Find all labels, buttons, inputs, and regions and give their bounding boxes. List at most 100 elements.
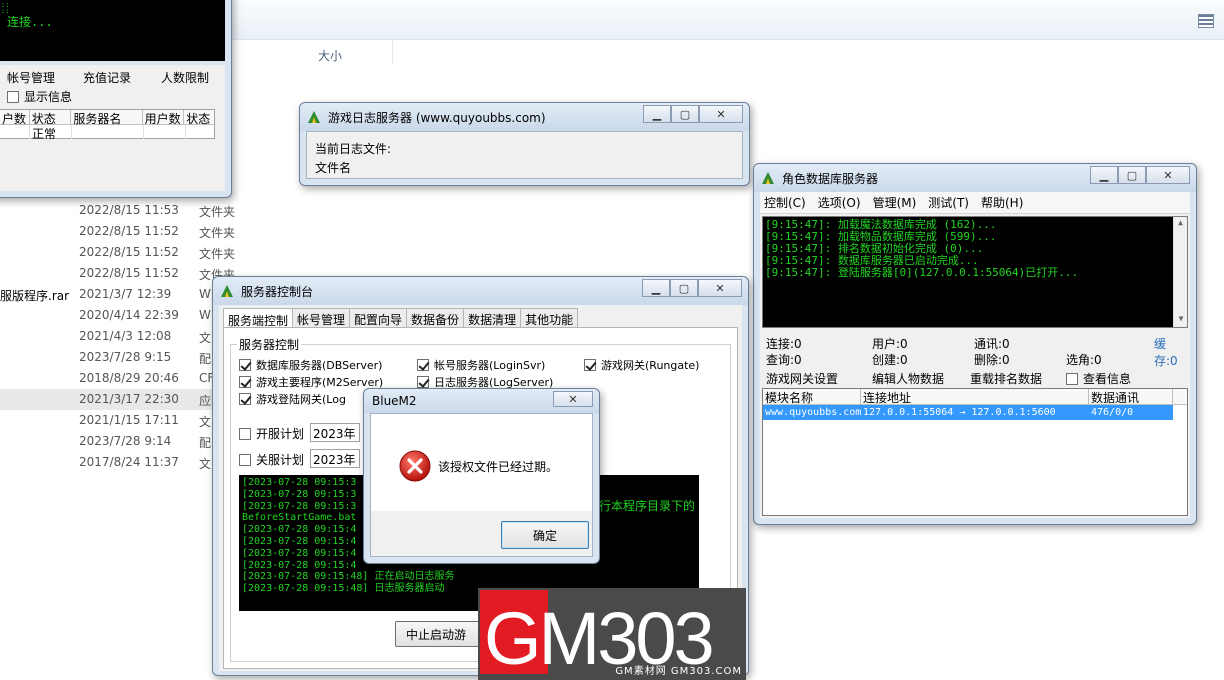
maximize-button[interactable]: ▢ (670, 279, 698, 297)
file-row[interactable]: 2021/3/17 22:30 应 (0, 389, 240, 410)
view-info-checkbox[interactable]: 查看信息 (1066, 370, 1131, 387)
maximize-button[interactable]: ▢ (671, 105, 699, 123)
db-window-client: 控制(C) 选项(O) 管理(M) 测试(T) 帮助(H) [9:15:47]:… (760, 192, 1190, 518)
menu-help[interactable]: 帮助(H) (981, 194, 1023, 211)
close-year-field[interactable]: 2023年 (310, 449, 360, 468)
file-row[interactable]: 2022/8/15 11:52 文件夹 (0, 242, 235, 263)
file-date: 2022/8/15 11:53 (79, 203, 179, 217)
view-options-icon[interactable] (1198, 14, 1214, 28)
console-window-titlebar[interactable]: 服务器控制台 ▁ ▢ ✕ (213, 277, 748, 305)
col-header-module[interactable]: 模块名称 (763, 389, 861, 405)
file-date: 2022/8/15 11:52 (79, 266, 179, 280)
db-server-window: 角色数据库服务器 ▁ ▢ ✕ 控制(C) 选项(O) 管理(M) 测试(T) 帮… (753, 163, 1197, 525)
minimize-button[interactable]: ▁ (643, 105, 671, 123)
menu-recharge-records[interactable]: 充值记录 (83, 69, 131, 86)
gate-settings-button[interactable]: 游戏网关设置 (766, 370, 838, 387)
open-schedule-label: 开服计划 (256, 427, 305, 441)
reload-rank-button[interactable]: 重载排名数据 (970, 370, 1042, 387)
col-header-address[interactable]: 连接地址 (861, 389, 1089, 405)
edit-character-button[interactable]: 编辑人物数据 (872, 370, 944, 387)
app-icon (308, 111, 320, 123)
dbserver-checkbox[interactable]: 数据库服务器(DBServer) (239, 357, 382, 373)
scroll-up-icon[interactable]: ▲ (1174, 217, 1187, 231)
app-icon (221, 285, 233, 297)
file-row[interactable]: 2023/7/28 9:14 配 (0, 431, 230, 452)
menu-manage[interactable]: 管理(M) (873, 194, 917, 211)
app-icon (762, 172, 774, 184)
file-row[interactable]: 2020/4/14 22:39 W (0, 305, 230, 326)
file-row[interactable]: 2021/1/15 17:11 文 (0, 410, 230, 431)
file-row[interactable]: 2018/8/29 20:46 CF (0, 368, 230, 389)
open-schedule-checkbox[interactable]: 开服计划 (239, 425, 304, 442)
file-type: 应 (199, 394, 212, 408)
column-divider (392, 40, 393, 64)
file-type: 文件夹 (199, 205, 236, 219)
m2server-checkbox[interactable]: 游戏主要程序(M2Server) (239, 374, 383, 390)
console-window-title: 服务器控制台 (241, 284, 314, 299)
file-row[interactable]: 服版程序.rar 2021/3/7 12:39 W (0, 284, 230, 305)
scroll-down-icon[interactable]: ▼ (1174, 313, 1188, 327)
close-button[interactable]: ✕ (699, 105, 743, 123)
db-window-titlebar[interactable]: 角色数据库服务器 ▁ ▢ ✕ (754, 164, 1196, 192)
col-header-server-name[interactable]: 服务器名 (71, 110, 143, 126)
table-cell (72, 125, 144, 139)
file-date: 2020/4/14 22:39 (79, 308, 179, 322)
stat-create: 创建:0 (872, 353, 908, 367)
file-row[interactable]: 2022/8/15 11:52 文件夹 (0, 263, 235, 284)
minimize-button[interactable]: ▁ (642, 279, 670, 297)
close-icon: ✕ (715, 281, 725, 295)
dialog-footer: 确定 (370, 511, 593, 557)
table-row[interactable]: 正常 (0, 125, 214, 141)
close-schedule-checkbox[interactable]: 关服计划 (239, 451, 304, 468)
table-row[interactable]: www.quyoubbs.com 127.0.0.1:55064 → 127.0… (763, 405, 1173, 420)
col-header-users[interactable]: 户数 (0, 110, 30, 126)
vertical-scrollbar[interactable]: ▲ ▼ (1173, 217, 1187, 327)
file-date: 2018/8/29 20:46 (79, 371, 179, 385)
col-header-status-2[interactable]: 状态 (184, 110, 214, 126)
log-window-title: 游戏日志服务器 (www.quyoubbs.com) (328, 110, 546, 125)
db-actions: 游戏网关设置 编辑人物数据 重载排名数据 查看信息 (766, 370, 1186, 390)
current-log-label: 当前日志文件: (315, 142, 392, 156)
col-header-data[interactable]: 数据通讯 (1089, 389, 1173, 405)
maximize-icon: ▢ (678, 281, 690, 295)
log-window-titlebar[interactable]: 游戏日志服务器 (www.quyoubbs.com) ▁ ▢ ✕ (300, 103, 749, 131)
stat-users: 用户:0 (872, 337, 908, 351)
file-row[interactable]: 2017/8/24 11:37 文 (0, 452, 230, 473)
rungate-checkbox[interactable]: 游戏网关(Rungate) (584, 357, 699, 373)
show-info-checkbox[interactable]: 显示信息 (7, 88, 72, 105)
close-button[interactable]: ✕ (698, 279, 742, 297)
column-header-size[interactable]: 大小 (318, 47, 342, 64)
ok-button[interactable]: 确定 (501, 521, 589, 549)
menu-account-manage[interactable]: 帐号管理 (7, 69, 55, 86)
menu-control[interactable]: 控制(C) (764, 194, 806, 211)
file-date: 2021/4/3 12:08 (79, 329, 172, 343)
login-gate-checkbox[interactable]: 游戏登陆网关(Log (239, 391, 346, 407)
menu-options[interactable]: 选项(O) (818, 194, 861, 211)
col-header-user-count[interactable]: 用户数 (143, 110, 185, 126)
file-date: 2021/3/7 12:39 (79, 287, 172, 301)
table-cell: 正常 (30, 125, 72, 141)
menu-player-limit[interactable]: 人数限制 (161, 69, 209, 86)
file-date: 2017/8/24 11:37 (79, 455, 179, 469)
file-type: W (199, 287, 211, 301)
col-header-status[interactable]: 状态 (30, 110, 72, 126)
view-info-label: 查看信息 (1083, 372, 1132, 386)
file-date: 2023/7/28 9:15 (79, 350, 172, 364)
maximize-icon: ▢ (1126, 168, 1138, 182)
maximize-button[interactable]: ▢ (1118, 166, 1146, 184)
close-button[interactable]: ✕ (1146, 166, 1190, 184)
dialog-titlebar[interactable]: BlueM2 ✕ (364, 389, 599, 413)
table-cell: 127.0.0.1:55064 → 127.0.0.1:5600 (863, 407, 1056, 418)
file-row[interactable]: 2022/8/15 11:53 文件夹 (0, 200, 235, 221)
login-gate-label: 游戏登陆网关(Log (256, 393, 346, 406)
close-button[interactable]: ✕ (553, 391, 593, 407)
file-row[interactable]: 2023/7/28 9:15 配 (0, 347, 230, 368)
open-year-field[interactable]: 2023年 (310, 423, 360, 442)
menu-test[interactable]: 测试(T) (928, 194, 969, 211)
file-row[interactable]: 2022/8/15 11:52 文件夹 (0, 221, 235, 242)
minimize-button[interactable]: ▁ (1090, 166, 1118, 184)
loginsrv-checkbox[interactable]: 帐号服务器(LoginSvr) (417, 357, 545, 373)
file-row[interactable]: 2021/4/3 12:08 文 (0, 326, 230, 347)
group-label: 服务器控制 (237, 336, 302, 353)
log-line: [2023-07-28 09:15:48] 正在启动日志服务 (242, 571, 455, 583)
